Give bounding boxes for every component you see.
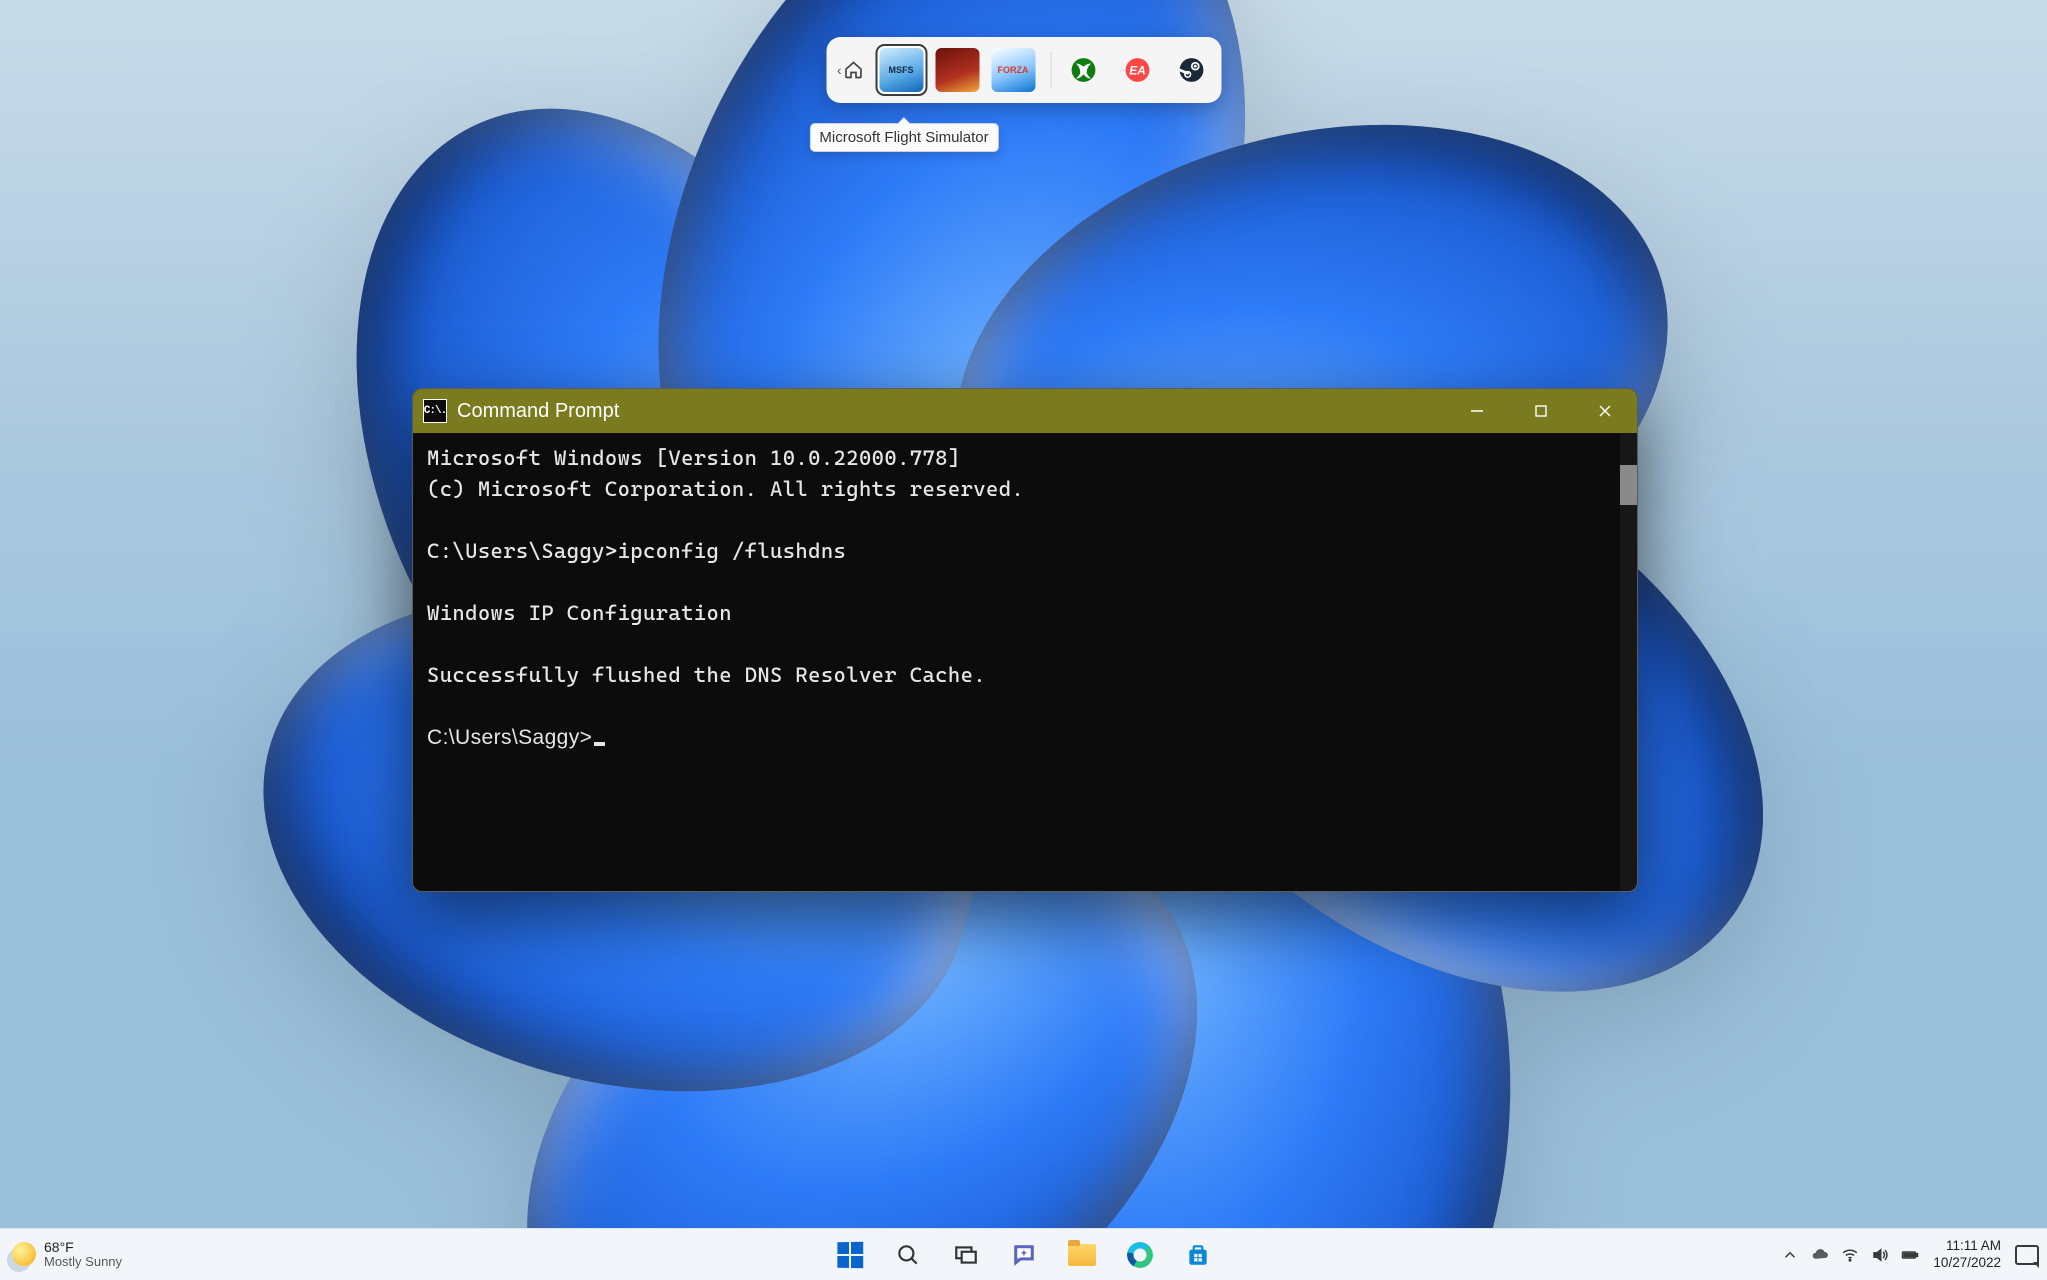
weather-temperature: 68°F [44, 1240, 122, 1255]
edge-button[interactable] [1120, 1235, 1160, 1275]
task-view-icon [953, 1242, 979, 1268]
terminal-line: Microsoft Windows [Version 10.0.22000.77… [427, 443, 1623, 474]
gamebar-app-secondgame[interactable] [932, 45, 982, 95]
notification-center-icon[interactable] [2015, 1245, 2039, 1265]
wifi-icon[interactable] [1841, 1246, 1859, 1264]
app-thumbnail: FORZA [991, 48, 1035, 92]
terminal-line [427, 505, 1623, 536]
svg-text:EA: EA [1129, 63, 1146, 77]
clock-time: 11:11 AM [1933, 1238, 2001, 1254]
gamebar-app-forza[interactable]: FORZA [988, 45, 1038, 95]
gamebar-widget: ‹ MSFSMicrosoft Flight SimulatorFORZA EA [826, 37, 1221, 103]
gamebar-app-msfs[interactable]: MSFS [876, 45, 926, 95]
gamebar-launcher-xbox[interactable] [1063, 50, 1103, 90]
search-button[interactable] [888, 1235, 928, 1275]
xbox-icon [1070, 57, 1096, 83]
chat-button[interactable]: ✦ [1004, 1235, 1044, 1275]
command-prompt-window[interactable]: C:\. Command Prompt Microsoft Windows [V… [412, 388, 1638, 892]
terminal-line: (c) Microsoft Corporation. All rights re… [427, 474, 1623, 505]
terminal-prompt[interactable]: C:\Users\Saggy> [427, 722, 1623, 753]
microsoft-store-button[interactable] [1178, 1235, 1218, 1275]
folder-icon [1068, 1244, 1096, 1266]
terminal-line: C:\Users\Saggy>ipconfig /flushdns [427, 536, 1623, 567]
gamebar-home-button[interactable]: ‹ [836, 46, 870, 94]
taskbar-clock[interactable]: 11:11 AM 10/27/2022 [1933, 1238, 2001, 1270]
chevron-up-icon[interactable] [1781, 1246, 1799, 1264]
store-icon [1185, 1242, 1211, 1268]
terminal-line: Successfully flushed the DNS Resolver Ca… [427, 660, 1623, 691]
weather-description: Mostly Sunny [44, 1255, 122, 1269]
terminal-line [427, 691, 1623, 722]
window-title: Command Prompt [457, 400, 619, 423]
terminal-line: Windows IP Configuration [427, 598, 1623, 629]
desktop: ‹ MSFSMicrosoft Flight SimulatorFORZA EA… [0, 0, 2047, 1280]
weather-icon [12, 1242, 36, 1266]
edge-icon [1127, 1242, 1153, 1268]
steam-icon [1178, 57, 1204, 83]
chevron-left-icon: ‹ [837, 62, 842, 78]
svg-text:✦: ✦ [1020, 1248, 1028, 1258]
taskbar-weather-widget[interactable]: 68°F Mostly Sunny [12, 1240, 122, 1268]
app-thumbnail: MSFS [879, 48, 923, 92]
gamebar-launcher-ea[interactable]: EA [1117, 50, 1157, 90]
minimize-button[interactable] [1445, 389, 1509, 433]
gamebar-separator [1050, 52, 1051, 88]
gamebar-launcher-steam[interactable] [1171, 50, 1211, 90]
close-button[interactable] [1573, 389, 1637, 433]
file-explorer-button[interactable] [1062, 1235, 1102, 1275]
system-tray[interactable] [1781, 1246, 1919, 1264]
command-prompt-titlebar[interactable]: C:\. Command Prompt [413, 389, 1637, 433]
ea-icon: EA [1124, 57, 1150, 83]
prompt-text: C:\Users\Saggy> [427, 726, 592, 749]
chat-icon: ✦ [1011, 1242, 1037, 1268]
scrollbar-track[interactable] [1620, 433, 1637, 891]
clock-date: 10/27/2022 [1933, 1255, 2001, 1271]
app-thumbnail [935, 48, 979, 92]
terminal-body[interactable]: Microsoft Windows [Version 10.0.22000.77… [413, 433, 1637, 891]
battery-icon[interactable] [1901, 1246, 1919, 1264]
terminal-line [427, 567, 1623, 598]
windows-logo-icon [837, 1241, 863, 1268]
volume-icon[interactable] [1871, 1246, 1889, 1264]
onedrive-icon[interactable] [1811, 1246, 1829, 1264]
start-button[interactable] [830, 1235, 870, 1275]
command-prompt-icon: C:\. [423, 399, 447, 423]
home-icon [843, 60, 863, 80]
terminal-line [427, 629, 1623, 660]
scrollbar-thumb[interactable] [1620, 465, 1637, 505]
search-icon [895, 1242, 921, 1268]
maximize-button[interactable] [1509, 389, 1573, 433]
gamebar-tooltip: Microsoft Flight Simulator [809, 123, 998, 152]
cursor [594, 742, 605, 746]
taskbar: 68°F Mostly Sunny ✦ 11:11 AM 10/27/2022 [0, 1228, 2047, 1280]
task-view-button[interactable] [946, 1235, 986, 1275]
